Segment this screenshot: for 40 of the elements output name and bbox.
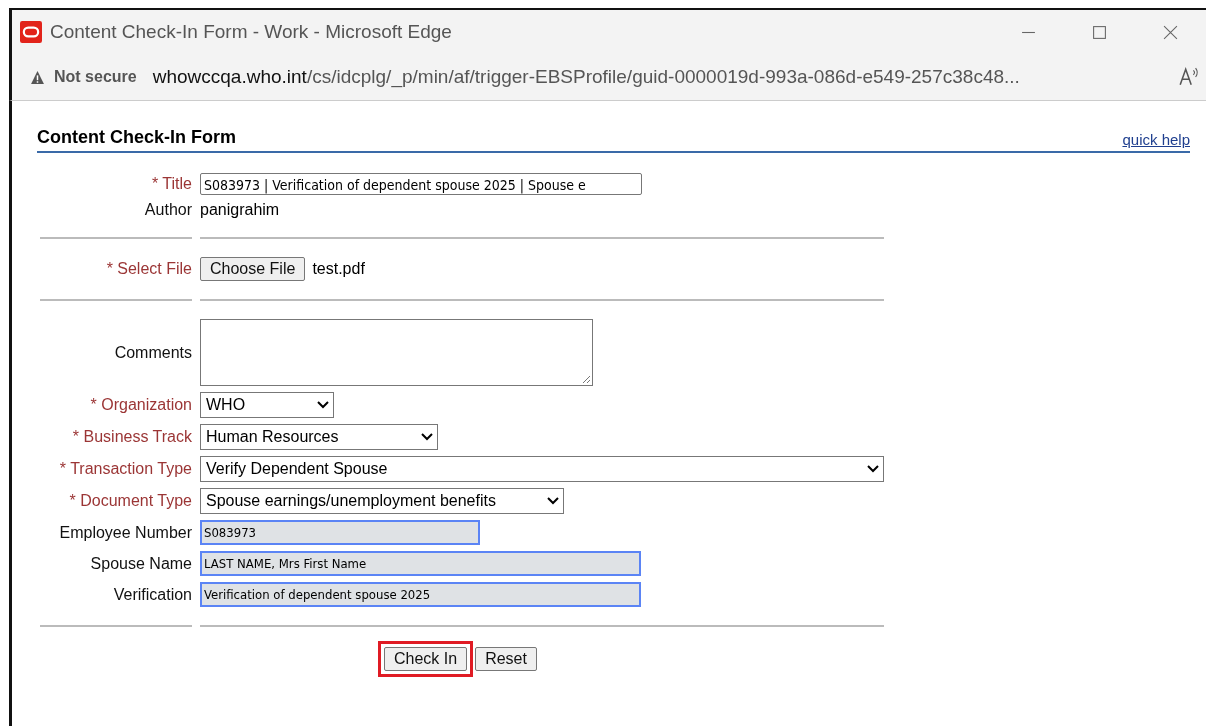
- field-label: * Transaction Type: [59, 460, 192, 477]
- dropdown[interactable]: WHO: [200, 392, 334, 418]
- field-label: Spouse Name: [90, 554, 192, 572]
- chevron-icon: [867, 465, 879, 473]
- comments-field[interactable]: [200, 319, 593, 386]
- dropdown[interactable]: Human Resources: [200, 424, 438, 450]
- field-label: Verification: [113, 585, 192, 603]
- form-heading: Content Check-In Form: [37, 127, 236, 148]
- dropdown[interactable]: Verify Dependent Spouse: [200, 456, 884, 482]
- field-label: * Title: [152, 175, 192, 192]
- readonly-field[interactable]: LAST NAME, Mrs First Name: [200, 551, 641, 576]
- chevron-icon: [421, 433, 433, 441]
- readonly-field[interactable]: S083973: [200, 520, 480, 545]
- quick-help-link[interactable]: quick help: [1122, 131, 1190, 148]
- window-title: Content Check-In Form - Work - Microsoft Edge: [50, 21, 452, 43]
- resize-handle-icon[interactable]: [581, 374, 591, 384]
- app-logo-icon: [20, 21, 42, 43]
- dropdown[interactable]: Spouse earnings/unemployment benefits: [200, 488, 564, 514]
- form-button[interactable]: Reset: [475, 647, 537, 671]
- readonly-field[interactable]: Verification of dependent spouse 2025: [200, 582, 641, 607]
- field-label: Comments: [114, 343, 192, 361]
- author-value: panigrahim: [200, 201, 280, 219]
- file-name: test.pdf: [312, 260, 365, 278]
- field-label: * Select File: [106, 260, 192, 277]
- read-aloud-icon[interactable]: [1178, 66, 1200, 88]
- security-label[interactable]: Not secure: [54, 68, 137, 86]
- chevron-icon: [547, 497, 559, 505]
- field-label: Employee Number: [59, 523, 192, 541]
- field-label: * Document Type: [69, 492, 192, 509]
- title-field[interactable]: S083973 | Verification of dependent spouse 2025 | Spouse e: [200, 173, 642, 195]
- field-label: * Business Track: [72, 428, 192, 445]
- field-label: Author: [144, 201, 192, 218]
- field-label: * Organization: [90, 396, 192, 413]
- warning-icon: [30, 69, 45, 85]
- chevron-icon: [317, 401, 329, 409]
- maximize-icon[interactable]: [1092, 24, 1107, 40]
- address-url[interactable]: whowccqa.who.int/cs/idcplg/_p/min/af/trigger-EBSProfile/guid-0000019d-993a-086d-e549-257c38c48...: [152, 66, 1020, 88]
- close-icon[interactable]: [1163, 24, 1178, 40]
- choose-file-button[interactable]: Choose File: [200, 257, 306, 281]
- form-button[interactable]: Check In: [384, 647, 468, 671]
